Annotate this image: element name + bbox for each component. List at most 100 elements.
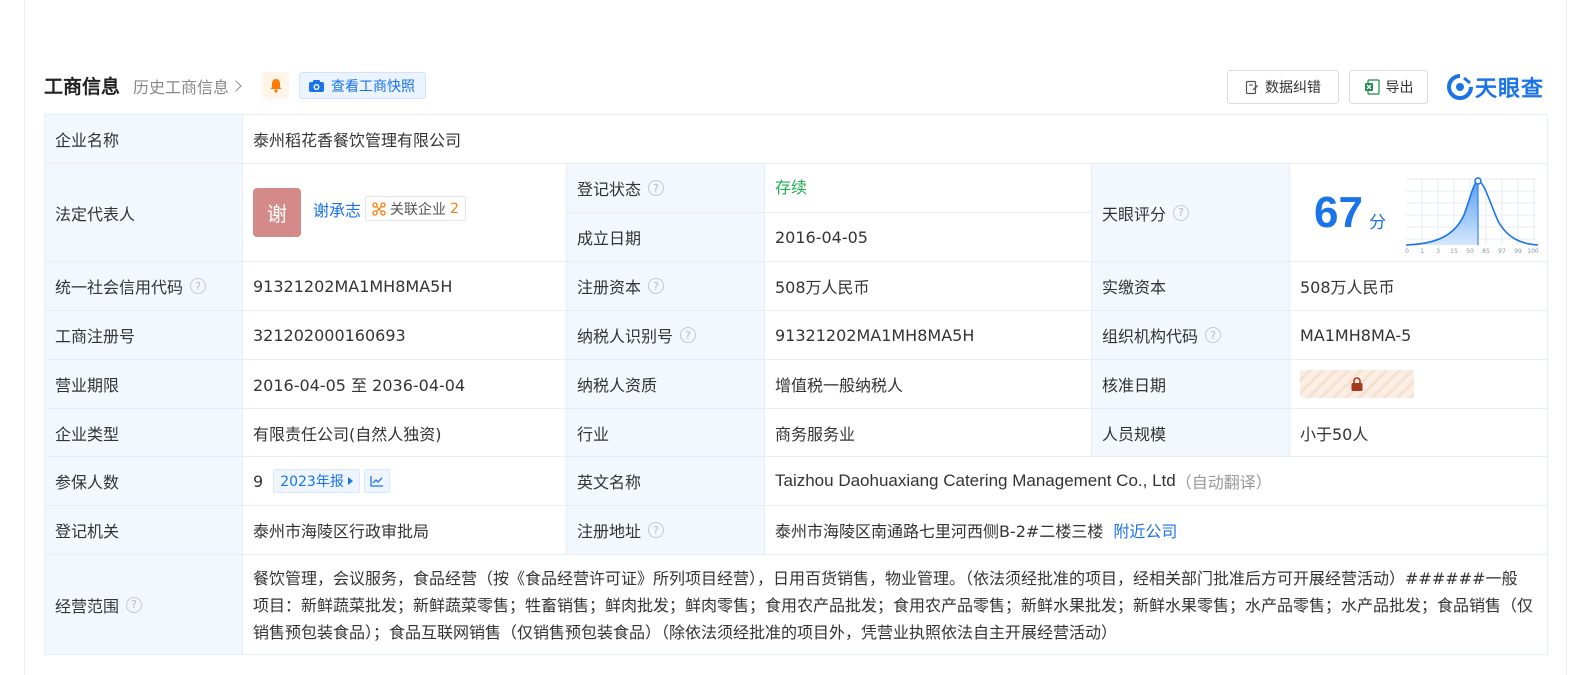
reg-address-text: 泰州市海陵区南通路七里河西侧B-2#二楼三楼 [775,522,1104,541]
company-name-text: 泰州稻花香餐饮管理有限公司 [253,131,462,150]
export-button[interactable]: 导出 [1349,70,1428,104]
line-chart-icon [370,476,383,487]
nearby-companies-link[interactable]: 附近公司 [1113,518,1177,542]
value-english-name: Taizhou Daohuaxiang Catering Management … [765,457,1548,506]
value-credit-code: 91321202MA1MH8MA5H [243,262,567,311]
found-date-text: 2016-04-05 [775,227,868,247]
tick-label: 1 [1420,248,1424,255]
business-scope-text: 餐饮管理，会议服务，食品经营（按《食品经营许可证》所列项目经营），日用百货销售，… [253,569,1534,642]
reg-authority-text: 泰州市海陵区行政审批局 [253,522,430,541]
help-icon[interactable]: ? [126,596,143,613]
label-text: 纳税人识别号 [577,327,674,346]
paid-capital-text: 508万人民币 [1300,278,1395,297]
snapshot-button[interactable]: 查看工商快照 [299,72,426,99]
help-icon[interactable]: ? [648,278,665,294]
annual-report-button[interactable]: 2023年报 [273,469,360,493]
tick-label: 85 [1482,248,1490,255]
label-text: 工商注册号 [55,327,136,346]
score-number: 67 [1314,187,1363,237]
org-code-text: MA1MH8MA-5 [1300,325,1412,345]
section-header: 工商信息 历史工商信息 查看工商快照 数据纠错 导出 天眼查 [44,70,1547,104]
locked-field[interactable] [1300,370,1414,398]
english-name-text: Taizhou Daohuaxiang Catering Management … [775,471,1176,490]
label-reg-authority: 登记机关 [45,506,243,555]
label-text: 天眼评分 [1102,204,1167,224]
legal-rep-name-link[interactable]: 谢承志 [313,197,361,221]
help-icon[interactable]: ? [648,180,665,196]
label-credit-code: 统一社会信用代码 ? [45,262,243,311]
taxpayer-id-text: 91321202MA1MH8MA5H [775,325,975,345]
label-industry: 行业 [567,409,765,457]
auto-translate-note: （自动翻译） [1175,473,1272,492]
company-type-text: 有限责任公司(自然人独资) [253,424,442,444]
label-text: 核准日期 [1102,376,1167,395]
value-insured: 9 2023年报 [243,457,567,506]
tick-label: 15 [1450,248,1458,255]
help-icon[interactable]: ? [680,327,697,343]
tianyancha-logo: 天眼查 [1447,71,1544,103]
trend-chart-button[interactable] [363,469,390,493]
eye-logo-icon [1447,74,1473,100]
value-approval-date [1290,360,1548,409]
value-industry: 商务服务业 [765,409,1092,457]
label-business-scope: 经营范围 ? [45,555,243,655]
value-tax-qualification: 增值税一般纳税人 [765,360,1092,409]
status-badge: 存续 [775,178,808,197]
help-icon[interactable]: ? [648,522,665,538]
help-icon[interactable]: ? [190,278,207,294]
related-companies-tag[interactable]: 关联企业 2 [365,196,466,221]
industry-text: 商务服务业 [775,424,856,444]
label-text: 参保人数 [55,473,120,492]
related-count: 2 [450,200,459,217]
label-business-term: 营业期限 [45,360,243,409]
business-info-table: 企业名称 泰州稻花香餐饮管理有限公司 法定代表人 谢 谢承志 关联企业 2 登记… [44,114,1548,655]
value-reg-address: 泰州市海陵区南通路七里河西侧B-2#二楼三楼 附近公司 [765,506,1548,555]
label-company-name: 企业名称 [45,115,243,164]
value-reg-capital: 508万人民币 [765,262,1092,311]
label-text: 组织机构代码 [1102,327,1199,346]
help-icon[interactable]: ? [1173,204,1190,221]
value-tianyan-score: 67 分 0 1 3 15 50 85 97 99 100 [1290,164,1548,262]
value-reg-number: 321202000160693 [243,311,567,360]
label-tax-qualification: 纳税人资质 [567,360,765,409]
label-text: 企业名称 [55,131,120,150]
export-label: 导出 [1385,80,1414,96]
tick-label: 100 [1527,248,1539,255]
value-staff-size: 小于50人 [1290,409,1548,457]
history-label: 历史工商信息 [133,78,230,97]
label-text: 统一社会信用代码 [55,278,184,297]
network-icon [372,201,386,216]
edit-doc-icon [1245,80,1258,94]
label-text: 人员规模 [1102,424,1167,444]
label-text: 英文名称 [577,473,642,492]
value-business-scope: 餐饮管理，会议服务，食品经营（按《食品经营许可证》所列项目经营），日用百货销售，… [243,555,1548,655]
tax-qualification-text: 增值税一般纳税人 [775,376,904,395]
correction-label: 数据纠错 [1265,80,1321,96]
label-text: 行业 [577,424,610,444]
camera-icon [309,79,324,92]
value-company-name: 泰州稻花香餐饮管理有限公司 [243,115,1548,164]
avatar[interactable]: 谢 [253,188,301,237]
label-text: 登记状态 [577,180,642,199]
staff-size-text: 小于50人 [1300,424,1369,444]
help-icon[interactable]: ? [1205,327,1222,343]
label-tianyan-score: 天眼评分 ? [1092,164,1290,262]
score-unit: 分 [1368,213,1386,233]
history-link[interactable]: 历史工商信息 [133,74,242,98]
label-text: 企业类型 [55,424,120,444]
monitor-bell-button[interactable] [262,72,289,99]
data-correction-button[interactable]: 数据纠错 [1227,70,1339,104]
section-title: 工商信息 [44,76,121,98]
credit-code-text: 91321202MA1MH8MA5H [253,276,453,296]
tick-label: 99 [1514,248,1522,255]
value-taxpayer-id: 91321202MA1MH8MA5H [765,311,1092,360]
reg-capital-text: 508万人民币 [775,278,870,297]
value-company-type: 有限责任公司(自然人独资) [243,409,567,457]
score-distribution-chart[interactable]: 0 1 3 15 50 85 97 99 100 [1404,175,1540,255]
label-reg-status: 登记状态 ? [567,164,765,213]
value-business-term: 2016-04-05 至 2036-04-04 [243,360,567,409]
lock-icon [1351,376,1363,391]
value-found-date: 2016-04-05 [765,213,1092,262]
caret-right-icon [347,477,353,485]
label-text: 注册地址 [577,522,642,541]
